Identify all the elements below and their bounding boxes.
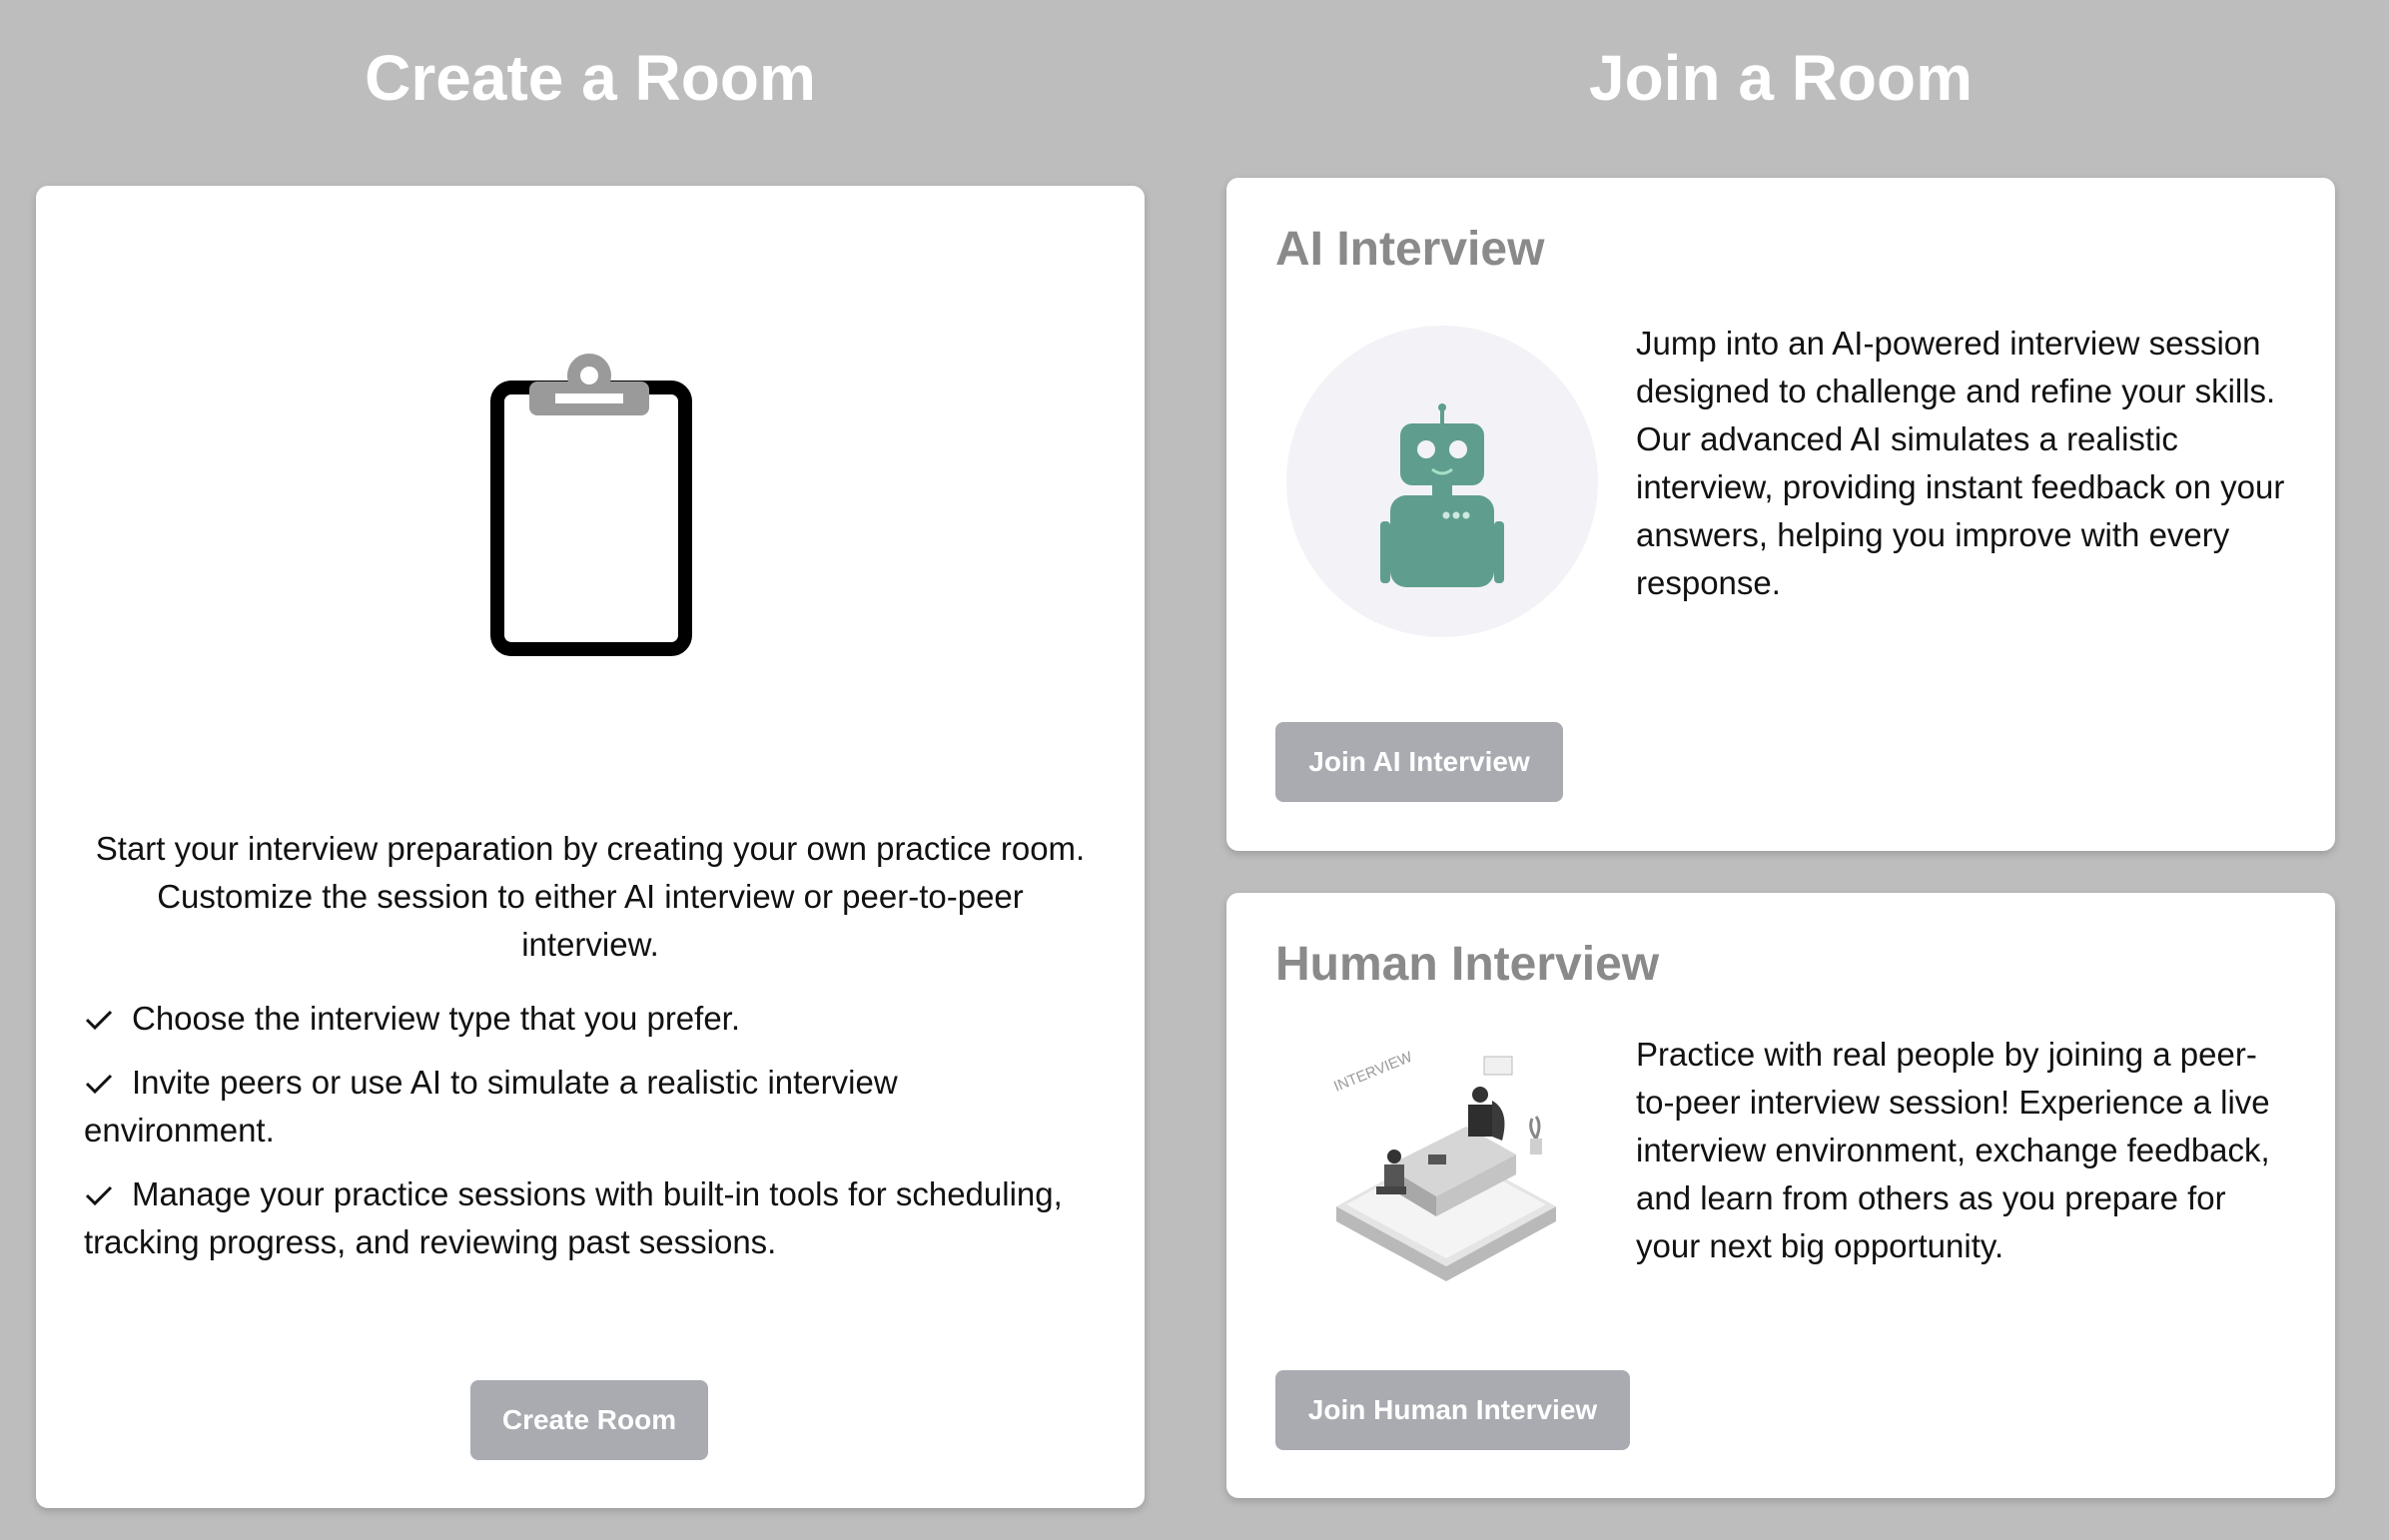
human-interview-card: Human Interview INTERVIEW Practice with …: [1226, 893, 2335, 1498]
feature-text: Invite peers or use AI to simulate a rea…: [84, 1064, 898, 1149]
interview-illustration: INTERVIEW: [1331, 1049, 1556, 1281]
check-icon: [85, 1185, 113, 1206]
feature-item: Invite peers or use AI to simulate a rea…: [84, 1059, 1083, 1155]
ai-interview-heading: AI Interview: [1275, 223, 1545, 276]
join-human-interview-button[interactable]: Join Human Interview: [1275, 1370, 1630, 1450]
interview-illustration-text: INTERVIEW: [1331, 1049, 1415, 1096]
check-icon: [85, 1010, 113, 1031]
feature-item: Choose the interview type that you prefe…: [84, 995, 1083, 1043]
robot-illustration: [1286, 326, 1598, 637]
feature-list: Choose the interview type that you prefe…: [84, 995, 1083, 1282]
clipboard-icon: [490, 354, 692, 656]
join-room-title: Join a Room: [1588, 42, 1974, 114]
human-interview-heading: Human Interview: [1275, 938, 1660, 991]
feature-item: Manage your practice sessions with built…: [84, 1170, 1083, 1266]
feature-text: Manage your practice sessions with built…: [84, 1175, 1063, 1260]
create-room-button[interactable]: Create Room: [470, 1380, 708, 1460]
ai-interview-card: AI Interview Jump into an AI-powered int…: [1226, 178, 2335, 851]
check-icon: [85, 1074, 113, 1095]
feature-text: Choose the interview type that you prefe…: [132, 1000, 741, 1037]
create-room-description: Start your interview preparation by crea…: [95, 830, 1086, 963]
ai-interview-description: Jump into an AI-powered interview sessio…: [1636, 325, 2285, 601]
create-room-card: Start your interview preparation by crea…: [36, 186, 1145, 1508]
human-interview-description: Practice with real people by joining a p…: [1636, 1036, 2270, 1264]
join-ai-interview-button[interactable]: Join AI Interview: [1275, 722, 1563, 802]
create-room-title: Create a Room: [365, 42, 816, 114]
